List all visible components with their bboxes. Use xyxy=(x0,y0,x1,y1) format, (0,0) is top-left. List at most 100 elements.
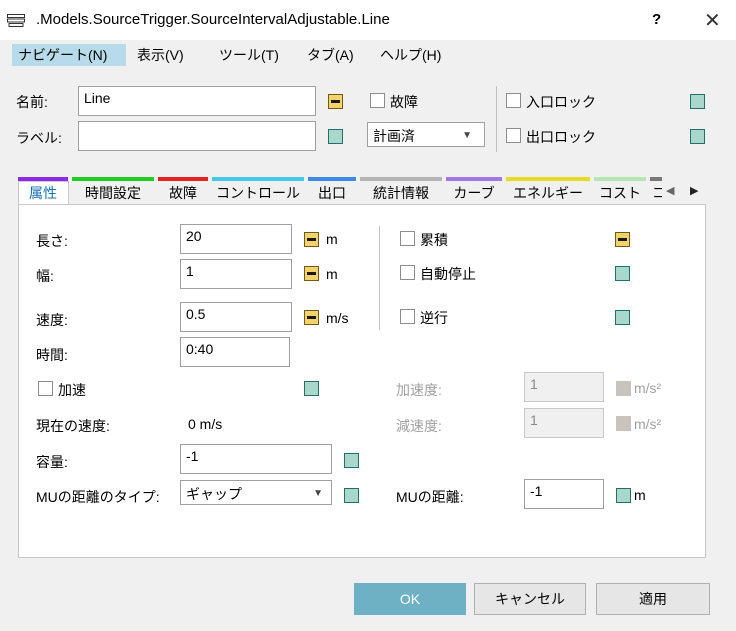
accumulating-checkbox[interactable] xyxy=(400,231,415,246)
time-label: 時間: xyxy=(36,347,68,363)
tab-exit[interactable]: 出口 xyxy=(308,183,356,205)
failure-label: 故障 xyxy=(390,94,418,110)
acceleration-label: 加速 xyxy=(58,382,86,398)
decel-rate-field[interactable]: 1 xyxy=(524,408,604,438)
close-icon[interactable]: ✕ xyxy=(704,8,721,33)
inherit-icon[interactable] xyxy=(615,232,630,247)
capacity-field[interactable]: -1 xyxy=(180,444,332,474)
inherit-icon[interactable] xyxy=(304,381,319,396)
tab-scroll-left-icon[interactable]: ◀ xyxy=(666,184,674,197)
tab-curve[interactable]: カーブ xyxy=(446,183,502,205)
tab-attributes[interactable]: 属性 xyxy=(18,183,68,205)
chevron-down-icon: ▼ xyxy=(462,130,472,141)
tab-color-energy xyxy=(506,177,590,181)
current-speed-label: 現在の速度: xyxy=(36,418,110,434)
mu-distance-type-value: ギャップ xyxy=(186,486,242,502)
help-icon[interactable]: ? xyxy=(652,11,661,28)
inherit-icon[interactable] xyxy=(304,310,319,325)
accumulating-label: 累積 xyxy=(420,232,448,248)
tab-statistics[interactable]: 統計情報 xyxy=(360,183,442,205)
tab-controls[interactable]: コントロール xyxy=(212,183,304,205)
inherit-icon[interactable] xyxy=(616,488,631,503)
exit-lock-checkbox[interactable] xyxy=(506,128,521,143)
inherit-icon[interactable] xyxy=(344,453,359,468)
tab-scroll-right-icon[interactable]: ▶ xyxy=(690,184,698,197)
time-field[interactable]: 0:40 xyxy=(180,337,290,367)
width-field[interactable]: 1 xyxy=(180,259,292,289)
reverse-label: 逆行 xyxy=(420,310,448,326)
tab-energy[interactable]: エネルギー xyxy=(506,183,590,205)
length-unit: m xyxy=(326,231,338,247)
menu-tools[interactable]: ツール(T) xyxy=(219,44,279,66)
accel-rate-field[interactable]: 1 xyxy=(524,372,604,402)
exit-lock-label: 出口ロック xyxy=(526,129,596,145)
inherit-icon xyxy=(616,416,631,431)
menu-help[interactable]: ヘルプ(H) xyxy=(380,44,441,66)
reverse-checkbox[interactable] xyxy=(400,309,415,324)
header-divider xyxy=(496,86,497,152)
menu-navigate[interactable]: ナビゲート(N) xyxy=(12,44,126,66)
inherit-icon[interactable] xyxy=(304,266,319,281)
auto-stop-checkbox[interactable] xyxy=(400,265,415,280)
chevron-down-icon: ▼ xyxy=(313,488,323,499)
tab-color-time xyxy=(72,177,154,181)
status-combo-value: 計画済 xyxy=(373,128,415,144)
tab-color-cost xyxy=(594,177,646,181)
entry-lock-checkbox[interactable] xyxy=(506,93,521,108)
speed-unit: m/s xyxy=(326,310,349,326)
tab-color-controls xyxy=(212,177,304,181)
column-divider xyxy=(379,226,380,330)
inherit-icon[interactable] xyxy=(328,129,343,144)
label-field[interactable] xyxy=(78,121,316,151)
cancel-button[interactable]: キャンセル xyxy=(474,583,586,615)
mu-distance-label: MUの距離: xyxy=(396,489,464,505)
current-speed-value: 0 m/s xyxy=(188,416,223,432)
tab-more[interactable]: コ xyxy=(652,183,662,205)
mu-distance-type-label: MUの距離のタイプ: xyxy=(36,489,160,505)
ok-button[interactable]: OK xyxy=(354,583,466,615)
auto-stop-label: 自動停止 xyxy=(420,266,476,282)
acceleration-checkbox[interactable] xyxy=(38,381,53,396)
accel-rate-unit: m/s² xyxy=(634,380,662,396)
name-label: 名前: xyxy=(16,94,48,110)
width-unit: m xyxy=(326,266,338,282)
tab-color-statistics xyxy=(360,177,442,181)
tab-failures[interactable]: 故障 xyxy=(158,183,208,205)
decel-rate-label: 減速度: xyxy=(396,418,442,434)
length-field[interactable]: 20 xyxy=(180,224,292,254)
status-combo[interactable]: 計画済 ▼ xyxy=(367,122,485,147)
label-label: ラベル: xyxy=(16,130,62,146)
tab-cost[interactable]: コスト xyxy=(594,183,646,205)
decel-rate-unit: m/s² xyxy=(634,416,662,432)
inherit-icon[interactable] xyxy=(304,232,319,247)
apply-button[interactable]: 適用 xyxy=(596,583,710,615)
speed-label: 速度: xyxy=(36,312,68,328)
tab-color-failures xyxy=(158,177,208,181)
tab-time[interactable]: 時間設定 xyxy=(72,183,154,205)
menu-tabs[interactable]: タブ(A) xyxy=(307,44,354,66)
length-label: 長さ: xyxy=(36,233,68,249)
inherit-icon[interactable] xyxy=(615,310,630,325)
menu-view[interactable]: 表示(V) xyxy=(137,44,184,66)
window-icon xyxy=(7,14,25,27)
tab-color-exit xyxy=(308,177,356,181)
accel-rate-label: 加速度: xyxy=(396,382,442,398)
inherit-icon xyxy=(616,381,631,396)
mu-distance-field[interactable]: -1 xyxy=(524,479,604,509)
window-title: .Models.SourceTrigger.SourceIntervalAdju… xyxy=(36,11,390,28)
speed-field[interactable]: 0.5 xyxy=(180,302,292,332)
name-field[interactable]: Line xyxy=(78,86,316,116)
inherit-icon[interactable] xyxy=(344,488,359,503)
tab-color-more xyxy=(650,177,662,181)
inherit-icon[interactable] xyxy=(690,129,705,144)
entry-lock-label: 入口ロック xyxy=(526,94,596,110)
inherit-icon[interactable] xyxy=(328,94,343,109)
width-label: 幅: xyxy=(36,268,54,284)
inherit-icon[interactable] xyxy=(615,266,630,281)
tab-color-curve xyxy=(446,177,502,181)
mu-distance-unit: m xyxy=(634,487,646,503)
mu-distance-type-combo[interactable]: ギャップ ▼ xyxy=(180,480,332,505)
capacity-label: 容量: xyxy=(36,454,68,470)
failure-checkbox[interactable] xyxy=(370,93,385,108)
inherit-icon[interactable] xyxy=(690,94,705,109)
